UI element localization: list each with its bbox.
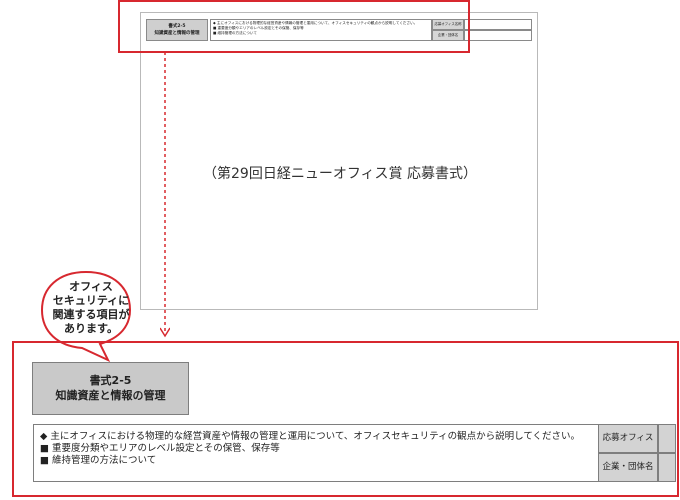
thumbnail-office-name-field: [464, 19, 532, 30]
office-name-label: 応募オフィス名称: [598, 424, 658, 470]
form-title-box: 書式2-5 知識資産と情報の管理: [32, 362, 189, 415]
document-thumbnail: 書式2-5 知識資産と情報の管理 ◆ 主にオフィスにおける物理的な経営資産や情報…: [140, 12, 538, 310]
company-name-label: 企業・団体名: [598, 453, 658, 482]
form-number: 書式2-5: [89, 374, 132, 387]
thumbnail-company-name-field: [464, 30, 532, 41]
callout-text: オフィス セキュリティに 関連する項目が あります。: [50, 280, 132, 336]
bullet-classification: ■ 重要度分類やエリアのレベル設定とその保管、保存等: [40, 443, 280, 454]
callout-line-2: セキュリティに: [52, 294, 130, 307]
office-name-field: [658, 424, 676, 453]
bullet-main: ◆ 主にオフィスにおける物理的な経営資産や情報の管理と運用について、オフィスセキ…: [40, 431, 581, 442]
thumbnail-caption: （第29回日経ニューオフィス賞 応募書式）: [203, 166, 477, 182]
bullet-maintenance: ■ 維持管理の方法について: [40, 455, 157, 466]
thumbnail-highlight-frame: [118, 0, 470, 53]
description-box: ◆ 主にオフィスにおける物理的な経営資産や情報の管理と運用について、オフィスセキ…: [33, 424, 599, 482]
form-title: 知識資産と情報の管理: [55, 389, 166, 402]
callout-line-1: オフィス: [69, 280, 113, 293]
callout-line-4: あります。: [64, 322, 118, 335]
enlarged-detail-frame: 書式2-5 知識資産と情報の管理 ◆ 主にオフィスにおける物理的な経営資産や情報…: [12, 341, 679, 497]
callout-line-3: 関連する項目が: [52, 308, 130, 321]
company-name-field: [658, 453, 676, 482]
dotted-arrow-connector: [160, 52, 170, 338]
